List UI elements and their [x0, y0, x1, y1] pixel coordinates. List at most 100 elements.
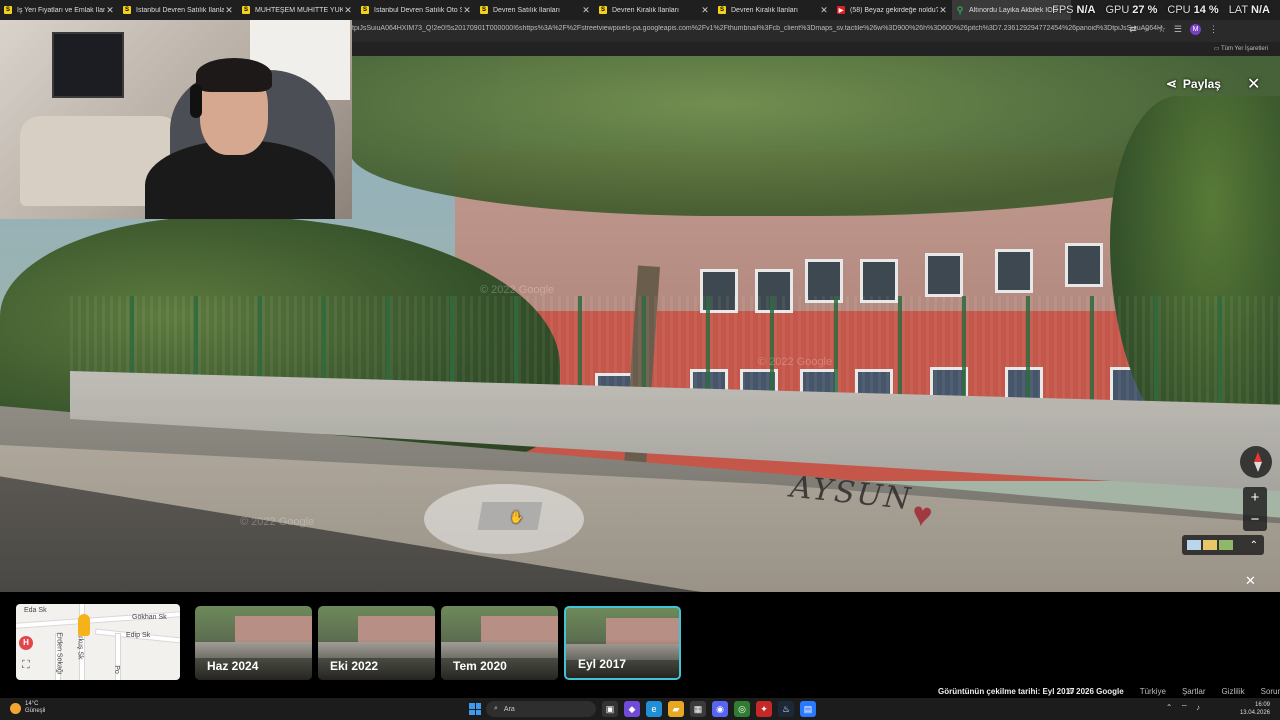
tab-close-icon[interactable]: ✕ — [938, 5, 948, 16]
copilot-icon[interactable]: ◆ — [624, 701, 640, 717]
menu-icon[interactable]: ⋮ — [1209, 24, 1218, 35]
zoom-control: + − — [1243, 487, 1267, 531]
street-label: Eda Sk — [24, 607, 47, 614]
store-icon[interactable]: ▦ — [690, 701, 706, 717]
close-timeline-button[interactable]: ✕ — [1245, 573, 1256, 589]
zoom-out-button[interactable]: − — [1243, 509, 1267, 531]
file-explorer-icon[interactable]: ▰ — [668, 701, 684, 717]
tab-close-icon[interactable]: ✕ — [343, 5, 353, 16]
browser-tab[interactable]: S İstanbul Devren Satılık İlanları ✕ — [119, 0, 238, 20]
footer-link-report[interactable]: Sorun bildir — [1261, 687, 1280, 696]
tab-close-icon[interactable]: ✕ — [462, 5, 472, 16]
chrome-icon[interactable]: ◎ — [734, 701, 750, 717]
screen: Sİş Yeri Fiyatları ve Emlak İlanları✕Sİs… — [0, 0, 1280, 720]
all-bookmarks-link[interactable]: ▭ Tüm Yer İşaretleri — [1214, 45, 1268, 52]
system-clock[interactable]: 16:09 13.04.2026 — [1240, 701, 1270, 717]
close-street-view-button[interactable]: ✕ — [1247, 74, 1260, 94]
browser-tab[interactable]: S Devren Kiralık İlanları ✕ — [595, 0, 714, 20]
browser-tab[interactable]: S İş Yeri Fiyatları ve Emlak İlanları✕ — [0, 0, 119, 20]
timeline-thumb-label: Haz 2024 — [207, 659, 259, 673]
layers-button[interactable]: ⌃ — [1182, 535, 1264, 555]
tab-close-icon[interactable]: ✕ — [105, 5, 115, 16]
timeline-thumb-label: Eki 2022 — [330, 659, 379, 673]
compass[interactable] — [1240, 446, 1272, 478]
sahibinden-icon: S — [361, 6, 369, 14]
copyright: © 2026 Google — [1068, 687, 1124, 696]
game-icon[interactable]: ✦ — [756, 701, 772, 717]
capture-date: Görüntünün çekilme tarihi: Eyl 2017 — [938, 687, 1075, 696]
weather-text: 14°C Güneşli — [25, 701, 45, 715]
taskbar-search[interactable]: ⌕ Ara — [486, 701, 596, 717]
browser-tab[interactable]: S MUHTEŞEM MUHİTTE YÜKSEK✕ — [238, 0, 357, 20]
street-label: Po — [112, 665, 120, 674]
app-icon[interactable]: ▤ — [800, 701, 816, 717]
navigation-cursor[interactable] — [424, 484, 584, 554]
browser-tab[interactable]: S İstanbul Devren Satılık Oto Ser ✕ — [357, 0, 476, 20]
expand-up-icon: ⌃ — [1249, 539, 1258, 551]
tab-close-icon[interactable]: ✕ — [224, 5, 234, 16]
street-label: Erden Sokağı — [55, 632, 63, 675]
edge-icon[interactable]: e — [646, 701, 662, 717]
url-field[interactable]: tpiJsSuiuA064HXIM73_Q!2e0!5s20170901T000… — [352, 25, 1162, 32]
maps-pin-icon: ⚲ — [956, 4, 964, 15]
tray-overflow-icon[interactable]: ⌃ — [1166, 703, 1173, 713]
windows-start-icon[interactable] — [469, 703, 481, 715]
translate-icon[interactable]: ⇄ — [1129, 24, 1137, 35]
sahibinden-icon: S — [123, 6, 131, 14]
tab-label: MUHTEŞEM MUHİTTE YÜKSEK — [255, 6, 343, 14]
tab-label: İş Yeri Fiyatları ve Emlak İlanları — [17, 6, 105, 14]
compass-north-icon — [1254, 452, 1262, 462]
sun-icon — [10, 702, 21, 714]
google-watermark: © 2022 Google — [240, 516, 315, 528]
timeline-thumb[interactable]: Haz 2024 — [195, 606, 312, 680]
weather-widget[interactable]: 14°C Güneşli — [10, 701, 45, 715]
pegman-icon[interactable] — [78, 614, 90, 636]
browser-tab[interactable]: S Devren Kiralık İlanları ✕ — [714, 0, 833, 20]
tab-close-icon[interactable]: ✕ — [581, 5, 591, 16]
tab-label: İstanbul Devren Satılık İlanları — [136, 6, 224, 14]
system-tray: ⌃ ⌔ ♪ — [1166, 703, 1200, 713]
share-button[interactable]: ⋖ Paylaş — [1166, 76, 1221, 92]
minimap[interactable]: Eda Sk Gökhan Sk Edip Sk Erkuş Sk Erden … — [16, 604, 180, 680]
browser-tab[interactable]: ▶ (58) Beyaz gekirdeğe noldu? - Y✕ — [833, 0, 952, 20]
discord-icon[interactable]: ◉ — [712, 701, 728, 717]
browser-tab[interactable]: S Devren Satılık İlanları ✕ — [476, 0, 595, 20]
steam-icon[interactable]: ♨ — [778, 701, 794, 717]
headset — [190, 84, 202, 118]
timeline-thumb[interactable]: Eki 2022 — [318, 606, 435, 680]
star-icon[interactable]: ☆ — [1158, 24, 1166, 35]
timeline-thumb[interactable]: Tem 2020 — [441, 606, 558, 680]
sahibinden-icon: S — [242, 6, 250, 14]
zoom-icon[interactable]: ⌕ — [1145, 24, 1150, 35]
cpu-readout: CPU 14 % — [1167, 4, 1219, 16]
zoom-in-button[interactable]: + — [1243, 487, 1267, 509]
network-icon[interactable]: ⌔ — [1180, 703, 1188, 713]
task-view-icon[interactable]: ▣ — [602, 701, 618, 717]
tab-close-icon[interactable]: ✕ — [819, 5, 829, 16]
layer-map-icon — [1187, 540, 1201, 550]
street-label: Edip Sk — [126, 632, 151, 639]
compass-south-icon — [1254, 462, 1262, 472]
volume-icon[interactable]: ♪ — [1196, 703, 1200, 713]
google-watermark: © 2022 Google — [758, 356, 833, 368]
fps-readout: FPS N/A — [1052, 4, 1096, 16]
footer-link-terms[interactable]: Şartlar — [1182, 687, 1206, 696]
footer-link-country[interactable]: Türkiye — [1140, 687, 1166, 696]
tab-label: Devren Kiralık İlanları — [612, 6, 679, 14]
tab-close-icon[interactable]: ✕ — [700, 5, 710, 16]
search-placeholder: Ara — [503, 705, 515, 713]
timeline-thumb-label: Eyl 2017 — [578, 657, 627, 671]
layer-satellite-icon — [1219, 540, 1233, 550]
timeline-thumb-selected[interactable]: Eyl 2017 — [564, 606, 681, 680]
youtube-icon: ▶ — [837, 6, 845, 14]
room-tv — [52, 32, 124, 98]
profile-avatar[interactable]: M — [1190, 24, 1201, 35]
hospital-marker-icon[interactable]: H — [19, 636, 33, 650]
expand-map-icon[interactable]: ⛶ — [22, 659, 30, 672]
tab-label: Devren Kiralık İlanları — [731, 6, 798, 14]
window — [1065, 243, 1103, 287]
extensions-icon[interactable]: ☰ — [1174, 24, 1182, 35]
google-watermark: © 2022 Google — [480, 284, 555, 296]
sahibinden-icon: S — [4, 6, 12, 14]
footer-link-privacy[interactable]: Gizlilik — [1222, 687, 1245, 696]
